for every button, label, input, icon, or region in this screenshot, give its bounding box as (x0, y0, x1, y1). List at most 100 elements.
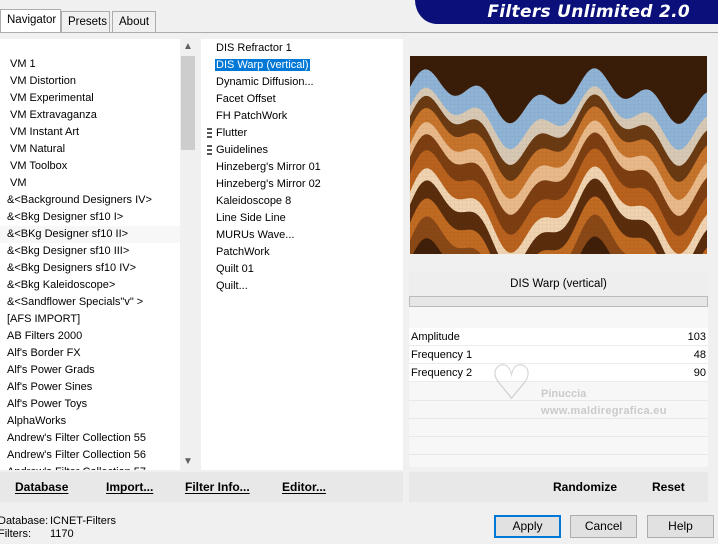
left-toolbar: Database Import... Filter Info... Editor… (0, 472, 403, 502)
category-item[interactable]: VM Natural (0, 141, 180, 158)
category-item[interactable]: Alf's Power Toys (0, 396, 180, 413)
param-slot-divider (409, 454, 708, 455)
param-label: Frequency 1 (411, 349, 473, 361)
tab-about[interactable]: About (112, 11, 156, 33)
filter-label: Facet Offset (216, 93, 276, 105)
filter-item[interactable]: Dynamic Diffusion... (201, 74, 403, 91)
cancel-button[interactable]: Cancel (570, 515, 637, 538)
param-value[interactable]: 103 (688, 328, 706, 346)
filter-items: DIS Refractor 1 DIS Warp (vertical) Dynami… (201, 40, 403, 295)
import-button[interactable]: Import... (106, 480, 153, 494)
status-info: Database: ICNET-Filters Filters: 1170 (0, 515, 116, 541)
category-item[interactable]: VM Distortion (0, 73, 180, 90)
filter-list[interactable]: DIS Refractor 1 DIS Warp (vertical) Dynami… (201, 39, 403, 470)
category-item[interactable]: &<Bkg Designer sf10 III> (0, 243, 180, 260)
category-item[interactable]: VM (0, 175, 180, 192)
param-label: Amplitude (411, 331, 460, 343)
watermark-name: Pinuccia (541, 388, 587, 400)
filter-label: Hinzeberg's Mirror 02 (216, 178, 321, 190)
filter-item[interactable]: PatchWork (201, 244, 403, 261)
param-slot-divider (409, 436, 708, 437)
category-item[interactable]: Alf's Border FX (0, 345, 180, 362)
filter-label: Dynamic Diffusion... (216, 76, 314, 88)
filter-item[interactable]: DIS Refractor 1 (201, 40, 403, 57)
category-item[interactable]: VM Extravaganza (0, 107, 180, 124)
filters-label: Filters: (0, 528, 31, 540)
category-item[interactable]: &<Background Designers IV> (0, 192, 180, 209)
watermark-url: www.maldiregrafica.eu (541, 405, 667, 417)
filter-label: MURUs Wave... (216, 229, 295, 241)
category-item[interactable]: &<Sandflower Specials"v" > (0, 294, 180, 311)
category-scrollbar[interactable]: ▲ ▼ (180, 39, 196, 470)
help-button[interactable]: Help (647, 515, 714, 538)
apply-button[interactable]: Apply (494, 515, 561, 538)
group-marker-icon (207, 128, 212, 139)
category-item[interactable]: Andrew's Filter Collection 57 (0, 464, 180, 470)
scroll-up-arrow-icon[interactable]: ▲ (180, 39, 196, 55)
filter-label: Quilt... (216, 280, 248, 292)
category-items: VM 1 VM Distortion VM Experimental VM Extra… (0, 56, 180, 470)
filters-count: 1170 (50, 528, 74, 540)
tab-divider (0, 32, 718, 33)
filter-label: Quilt 01 (216, 263, 254, 275)
category-item[interactable]: VM Toolbox (0, 158, 180, 175)
preview-warp-art (410, 56, 707, 254)
tab-presets[interactable]: Presets (61, 11, 110, 33)
editor-button[interactable]: Editor... (282, 480, 326, 494)
category-item[interactable]: AlphaWorks (0, 413, 180, 430)
database-label: Database: (0, 515, 49, 527)
filter-item[interactable]: FH PatchWork (201, 108, 403, 125)
right-toolbar: Randomize Reset (409, 472, 708, 502)
param-amplitude[interactable]: Amplitude 103 (409, 328, 708, 346)
filter-item[interactable]: MURUs Wave... (201, 227, 403, 244)
filter-info-button[interactable]: Filter Info... (185, 480, 250, 494)
filter-item[interactable]: DIS Warp (vertical) (201, 57, 403, 74)
category-item[interactable]: &<Bkg Designer sf10 I> (0, 209, 180, 226)
category-item[interactable]: Andrew's Filter Collection 56 (0, 447, 180, 464)
filter-item[interactable]: Hinzeberg's Mirror 01 (201, 159, 403, 176)
filter-label: Line Side Line (216, 212, 286, 224)
category-item[interactable]: [AFS IMPORT] (0, 311, 180, 328)
tab-navigator[interactable]: Navigator (0, 9, 61, 33)
filter-label: Flutter (216, 127, 248, 139)
filter-item[interactable]: Facet Offset (201, 91, 403, 108)
scroll-down-arrow-icon[interactable]: ▼ (180, 454, 196, 470)
category-item[interactable]: AB Filters 2000 (0, 328, 180, 345)
category-item[interactable]: &<Bkg Designers sf10 IV> (0, 260, 180, 277)
filter-label: Kaleidoscope 8 (216, 195, 292, 207)
preview-image (410, 56, 707, 254)
filter-label: Guidelines (216, 144, 268, 156)
database-value: ICNET-Filters (50, 515, 116, 527)
scroll-thumb[interactable] (181, 56, 195, 150)
filter-item[interactable]: Quilt 01 (201, 261, 403, 278)
category-item[interactable]: Andrew's Filter Collection 55 (0, 430, 180, 447)
watermark: ♡ Pinuccia www.maldiregrafica.eu (490, 360, 705, 425)
category-item[interactable]: Alf's Power Sines (0, 379, 180, 396)
param-label: Frequency 2 (411, 367, 473, 379)
category-item[interactable]: VM Instant Art (0, 124, 180, 141)
progress-bar (409, 296, 708, 307)
category-item[interactable]: VM 1 (0, 56, 180, 73)
filter-item[interactable]: Kaleidoscope 8 (201, 193, 403, 210)
filter-item[interactable]: Quilt... (201, 278, 403, 295)
category-item[interactable]: VM Experimental (0, 90, 180, 107)
filter-item[interactable]: Hinzeberg's Mirror 02 (201, 176, 403, 193)
app-title: Filters Unlimited 2.0 (487, 2, 690, 22)
category-list[interactable]: VM 1 VM Distortion VM Experimental VM Extra… (0, 39, 180, 470)
reset-button[interactable]: Reset (652, 480, 685, 494)
app-banner: Filters Unlimited 2.0 (415, 0, 718, 24)
filter-title: DIS Warp (vertical) (409, 272, 708, 296)
filter-label: PatchWork (216, 246, 270, 258)
filter-label: DIS Warp (vertical) (215, 59, 310, 71)
group-marker-icon (207, 145, 212, 156)
filter-item[interactable]: Guidelines (201, 142, 403, 159)
category-item[interactable]: &<BKg Designer sf10 II> (0, 226, 180, 243)
category-item[interactable]: Alf's Power Grads (0, 362, 180, 379)
database-button[interactable]: Database (15, 480, 68, 494)
filter-item[interactable]: Flutter (201, 125, 403, 142)
randomize-button[interactable]: Randomize (553, 480, 617, 494)
filter-item[interactable]: Line Side Line (201, 210, 403, 227)
filter-label: Hinzeberg's Mirror 01 (216, 161, 321, 173)
heart-icon: ♡ (490, 357, 534, 410)
category-item[interactable]: &<Bkg Kaleidoscope> (0, 277, 180, 294)
